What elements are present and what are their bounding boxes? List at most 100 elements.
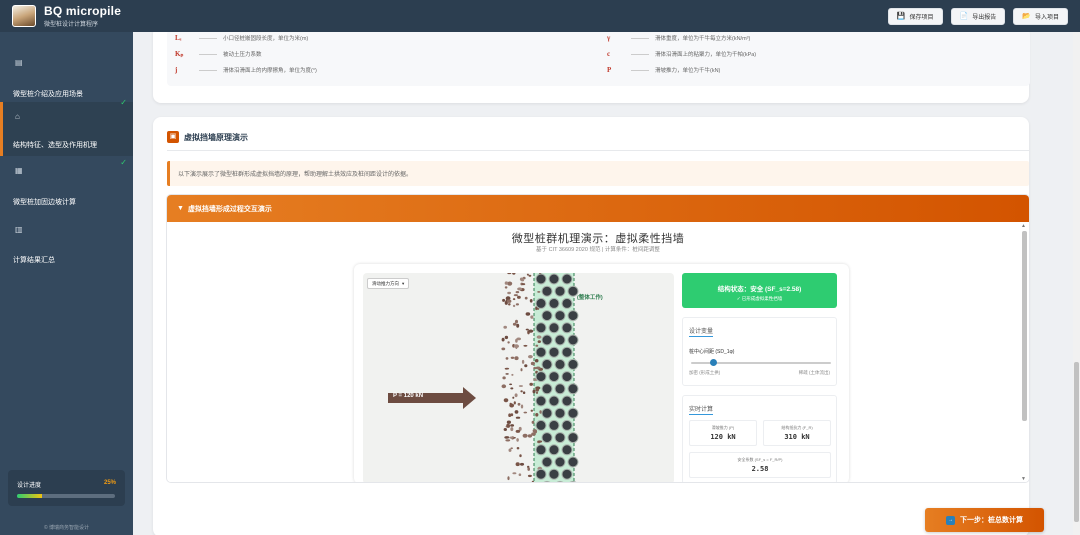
micropile <box>541 285 553 297</box>
sidebar-item-structure[interactable]: ⌂ 结构特征、选型及作用机理 ✓ <box>0 98 133 156</box>
sidebar-item-intro[interactable]: ▤ 微型桩介绍及应用场景 <box>0 40 133 102</box>
micropile <box>554 310 566 322</box>
structure-status: 结构状态：安全 (SF_s=2.58) ✓ 已形成虚拟柔性挡墙 <box>682 273 837 308</box>
soil-particle <box>525 328 529 331</box>
soil-particle <box>515 416 521 419</box>
micropile <box>548 395 560 407</box>
soil-particle <box>516 337 521 341</box>
scroll-down-icon[interactable]: ▼ <box>1021 476 1026 482</box>
micropile <box>567 334 579 346</box>
soil-particle <box>507 476 510 481</box>
brand: BQ micropile 微型桩设计计算程序 <box>44 4 121 28</box>
symbol-row: c 滑体沿滑面上的粘聚力，单位为千帕(kPa) <box>607 50 756 58</box>
sidebar-item-label: 微型桩介绍及应用场景 <box>13 91 83 98</box>
slider-min-label: 加密 (形成土拱) <box>689 370 721 375</box>
section-title: 虚拟挡墙原理演示 <box>184 132 248 142</box>
symbol-desc: 滑体沿滑面上的内摩擦角，单位为度(°) <box>223 68 317 74</box>
soil-particle <box>505 373 509 375</box>
soil-particle <box>536 335 542 339</box>
soil-particle <box>523 344 528 347</box>
symbol-desc: 滑体重度，单位为千牛每立方米(kN/m³) <box>655 36 751 42</box>
soil-particle <box>529 382 533 386</box>
scroll-up-icon[interactable]: ▲ <box>1021 223 1026 229</box>
save-project-button[interactable]: 💾 保存项目 <box>887 7 943 25</box>
progress-value: 25% <box>103 480 116 486</box>
soil-particle <box>516 438 519 442</box>
micropile <box>535 297 547 309</box>
micropile <box>561 273 573 285</box>
spacing-slider[interactable] <box>691 359 831 366</box>
soil-particle <box>539 410 542 414</box>
copyright: © 博瑞商务智能设计 <box>43 525 90 531</box>
soil-particle <box>507 273 512 275</box>
sidebar-item-summary[interactable]: ▥ 计算结果汇总 <box>0 214 133 272</box>
direction-select-value: 滑动推力方向 <box>372 280 399 286</box>
chart-icon: ▥ <box>15 225 23 234</box>
micropile <box>548 419 560 431</box>
micropile <box>541 334 553 346</box>
next-step-button[interactable]: → 下一步：桩总数计算 <box>925 508 1044 532</box>
micropile <box>535 371 547 383</box>
import-project-button[interactable]: 📂 导入项目 <box>1013 7 1068 25</box>
scrollbar-thumb[interactable] <box>1022 231 1027 421</box>
slider-max-label: 稀疏 (土体流出) <box>798 370 830 375</box>
pile-array <box>535 273 579 482</box>
micropile <box>541 383 553 395</box>
progress-label: 设计进度 <box>17 483 42 489</box>
demo-scrollbar[interactable]: ▲ ▼ <box>1021 223 1027 482</box>
document-icon: 📄 <box>959 13 969 20</box>
micropile <box>561 322 573 334</box>
soil-particle <box>504 281 509 285</box>
soil-particle <box>524 296 528 300</box>
soil-particle <box>531 420 535 424</box>
symbol: P <box>607 66 612 74</box>
micropile <box>561 371 573 383</box>
demo-title: 微型桩群机理演示：虚拟柔性挡墙 <box>511 233 685 245</box>
status-subtitle: ✓ 已形成虚拟柔性挡墙 <box>736 296 783 301</box>
soil-particle <box>508 303 511 306</box>
direction-select[interactable]: 滑动推力方向 ▾ <box>367 278 410 289</box>
sidebar-item-label: 微型桩加固边坡计算 <box>13 199 76 206</box>
micropile <box>548 273 560 285</box>
simulation-canvas[interactable]: P = 120 kN (整体工作) 滑动推力方向 ▾ <box>363 273 674 482</box>
soil-particle <box>505 296 511 301</box>
symbol: γ <box>607 34 611 42</box>
soil-particle <box>516 447 520 450</box>
soil-particle <box>535 344 539 347</box>
soil-particle <box>523 411 528 414</box>
virtual-wall-card: ▣ 虚拟挡墙原理演示 以下演示展示了微型桩群形成虚拟挡墙的原理，帮助理解土拱效应… <box>153 117 1029 535</box>
page-scrollbar[interactable] <box>1073 32 1080 535</box>
symbol: j <box>175 66 178 74</box>
micropile <box>561 297 573 309</box>
slider-handle[interactable] <box>710 359 718 366</box>
micropile <box>554 407 566 419</box>
sidebar-item-calc[interactable]: ▦ 微型桩加固边坡计算 ✓ <box>0 156 133 214</box>
micropile <box>548 371 560 383</box>
metric-label: 滑坡推力 (P) <box>711 425 735 430</box>
demo-body: 微型桩群机理演示：虚拟柔性挡墙 基于 CIT 36609 2020 规范 | 计… <box>167 222 1029 482</box>
soil-particle <box>508 413 512 417</box>
micropile <box>567 383 579 395</box>
symbol-desc: 被动土压力系数 <box>223 52 262 58</box>
soil-particle <box>506 420 511 424</box>
symbol-desc: 滑体沿滑面上的粘聚力，单位为千帕(kPa) <box>655 52 757 58</box>
soil-particle <box>537 340 541 343</box>
export-report-button[interactable]: 📄 导出报告 <box>950 7 1006 25</box>
page-scrollbar-thumb[interactable] <box>1074 362 1079 522</box>
micropile <box>541 310 553 322</box>
symbol-row: γ 滑体重度，单位为千牛每立方米(kN/m³) <box>607 34 750 42</box>
soil-particle <box>504 436 510 439</box>
status-title: 结构状态：安全 (SF_s=2.58) <box>717 286 802 293</box>
metric-label: 结构抵抗力 (F_R) <box>781 425 813 430</box>
micropile <box>567 407 579 419</box>
soil-particle <box>512 298 516 301</box>
wall-label: (整体工作) <box>577 295 603 301</box>
soil-particle <box>521 359 525 364</box>
micropile <box>541 456 553 468</box>
soil-particle <box>501 337 505 342</box>
soil-particle <box>522 391 526 394</box>
demo-subtitle: 基于 CIT 36609 2020 规范 | 计算条件：桩间距调整 <box>536 247 660 253</box>
import-project-label: 导入项目 <box>1034 14 1059 21</box>
micropile <box>554 432 566 444</box>
soil-particle <box>535 366 541 370</box>
